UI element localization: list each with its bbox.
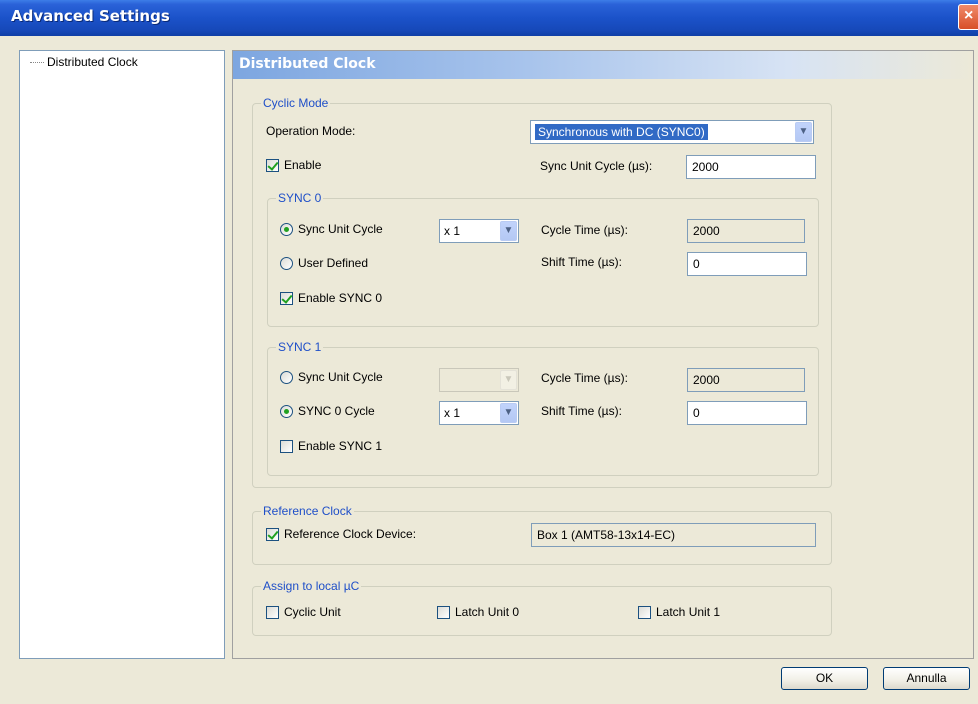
checkbox-icon: [266, 527, 279, 541]
panel-header: Distributed Clock: [233, 51, 973, 79]
sync0-multiplier-select[interactable]: x 1 ▼: [439, 219, 519, 243]
sync0-cycle-time-field[interactable]: 2000: [687, 219, 805, 243]
enable-sync0-label: Enable SYNC 0: [298, 291, 383, 305]
sync1-legend: SYNC 1: [276, 340, 324, 354]
advanced-settings-dialog: Advanced Settings × Distributed Clock Di…: [0, 0, 978, 704]
checkbox-icon: [437, 605, 450, 619]
radio-icon: [280, 370, 293, 384]
close-icon[interactable]: ×: [958, 4, 978, 30]
sync0-shift-time-field[interactable]: 0: [687, 252, 807, 276]
assign-local-group: Assign to local µC Cyclic Unit Latch Uni…: [252, 579, 832, 636]
sync0-multiplier-value: x 1: [444, 224, 461, 238]
enable-checkbox[interactable]: Enable: [266, 158, 321, 172]
radio-icon: [280, 222, 293, 236]
ok-button[interactable]: OK: [781, 667, 868, 690]
sync1-multiplier-value: x 1: [444, 406, 461, 420]
latch-unit-1-checkbox[interactable]: Latch Unit 1: [638, 605, 720, 619]
cyclic-unit-label: Cyclic Unit: [284, 605, 341, 619]
cyclic-mode-legend: Cyclic Mode: [261, 96, 331, 110]
checkbox-icon: [266, 158, 279, 172]
panel-title: Distributed Clock: [239, 56, 376, 72]
cancel-button[interactable]: Annulla: [883, 667, 970, 690]
title-bar[interactable]: Advanced Settings ×: [0, 0, 978, 36]
sync1-unit-multiplier-select[interactable]: ▼: [439, 368, 519, 392]
chevron-down-icon: ▼: [500, 403, 517, 423]
reference-clock-legend: Reference Clock: [261, 504, 354, 518]
checkbox-icon: [638, 605, 651, 619]
chevron-down-icon: ▼: [500, 370, 517, 390]
sync1-shift-time-field[interactable]: 0: [687, 401, 807, 425]
reference-clock-device-checkbox[interactable]: Reference Clock Device:: [266, 527, 416, 541]
sync0-shift-time-label: Shift Time (µs):: [541, 255, 622, 269]
sync1-cycle-time-field[interactable]: 2000: [687, 368, 805, 392]
dialog-body: Distributed Clock Distributed Clock Cycl…: [0, 36, 978, 704]
sync1-cycle-time-label: Cycle Time (µs):: [541, 371, 628, 385]
latch-unit-0-label: Latch Unit 0: [455, 605, 520, 619]
checkbox-icon: [266, 605, 279, 619]
reference-clock-device-label: Reference Clock Device:: [284, 527, 417, 541]
operation-mode-label: Operation Mode:: [266, 124, 356, 138]
sync1-group: SYNC 1 Sync Unit Cycle ▼ Cycle Time (µs)…: [267, 340, 819, 476]
reference-clock-device-field[interactable]: Box 1 (AMT58-13x14-EC): [531, 523, 816, 547]
reference-clock-group: Reference Clock Reference Clock Device: …: [252, 504, 832, 565]
cyclic-mode-group: Cyclic Mode Operation Mode: Synchronous …: [252, 96, 832, 488]
checkbox-icon: [280, 439, 293, 453]
radio-label: Sync Unit Cycle: [298, 370, 383, 384]
sync0-cycle-time-label: Cycle Time (µs):: [541, 223, 628, 237]
sync0-legend: SYNC 0: [276, 191, 324, 205]
tree-item-label: Distributed Clock: [47, 55, 138, 69]
operation-mode-select[interactable]: Synchronous with DC (SYNC0) ▼: [530, 120, 814, 144]
sync1-multiplier-select[interactable]: x 1 ▼: [439, 401, 519, 425]
sync1-radio-sync-unit-cycle[interactable]: Sync Unit Cycle: [280, 370, 383, 384]
radio-label: User Defined: [298, 256, 369, 270]
settings-panel: Distributed Clock Cyclic Mode Operation …: [232, 50, 974, 659]
sync-unit-cycle-field[interactable]: 2000: [686, 155, 816, 179]
tree-item-distributed-clock[interactable]: Distributed Clock: [30, 55, 138, 69]
latch-unit-1-label: Latch Unit 1: [656, 605, 721, 619]
radio-icon: [280, 256, 293, 270]
latch-unit-0-checkbox[interactable]: Latch Unit 0: [437, 605, 519, 619]
sync0-radio-sync-unit-cycle[interactable]: Sync Unit Cycle: [280, 222, 383, 236]
radio-label: SYNC 0 Cycle: [298, 404, 375, 418]
cyclic-unit-checkbox[interactable]: Cyclic Unit: [266, 605, 341, 619]
chevron-down-icon: ▼: [500, 221, 517, 241]
radio-label: Sync Unit Cycle: [298, 222, 383, 236]
radio-icon: [280, 404, 293, 418]
chevron-down-icon: ▼: [795, 122, 812, 142]
enable-label: Enable: [284, 158, 322, 172]
operation-mode-value: Synchronous with DC (SYNC0): [535, 124, 708, 140]
enable-sync0-checkbox[interactable]: Enable SYNC 0: [280, 291, 382, 305]
window-title: Advanced Settings: [11, 7, 170, 25]
checkbox-icon: [280, 291, 293, 305]
assign-local-legend: Assign to local µC: [261, 579, 362, 593]
tree-connector: [30, 61, 44, 63]
sync0-group: SYNC 0 Sync Unit Cycle x 1 ▼ Cycle Time …: [267, 191, 819, 327]
sync0-radio-user-defined[interactable]: User Defined: [280, 256, 368, 270]
sync1-shift-time-label: Shift Time (µs):: [541, 404, 622, 418]
settings-tree: Distributed Clock: [19, 50, 225, 659]
enable-sync1-label: Enable SYNC 1: [298, 439, 383, 453]
enable-sync1-checkbox[interactable]: Enable SYNC 1: [280, 439, 382, 453]
sync-unit-cycle-label: Sync Unit Cycle (µs):: [540, 159, 653, 173]
sync1-radio-sync0-cycle[interactable]: SYNC 0 Cycle: [280, 404, 375, 418]
